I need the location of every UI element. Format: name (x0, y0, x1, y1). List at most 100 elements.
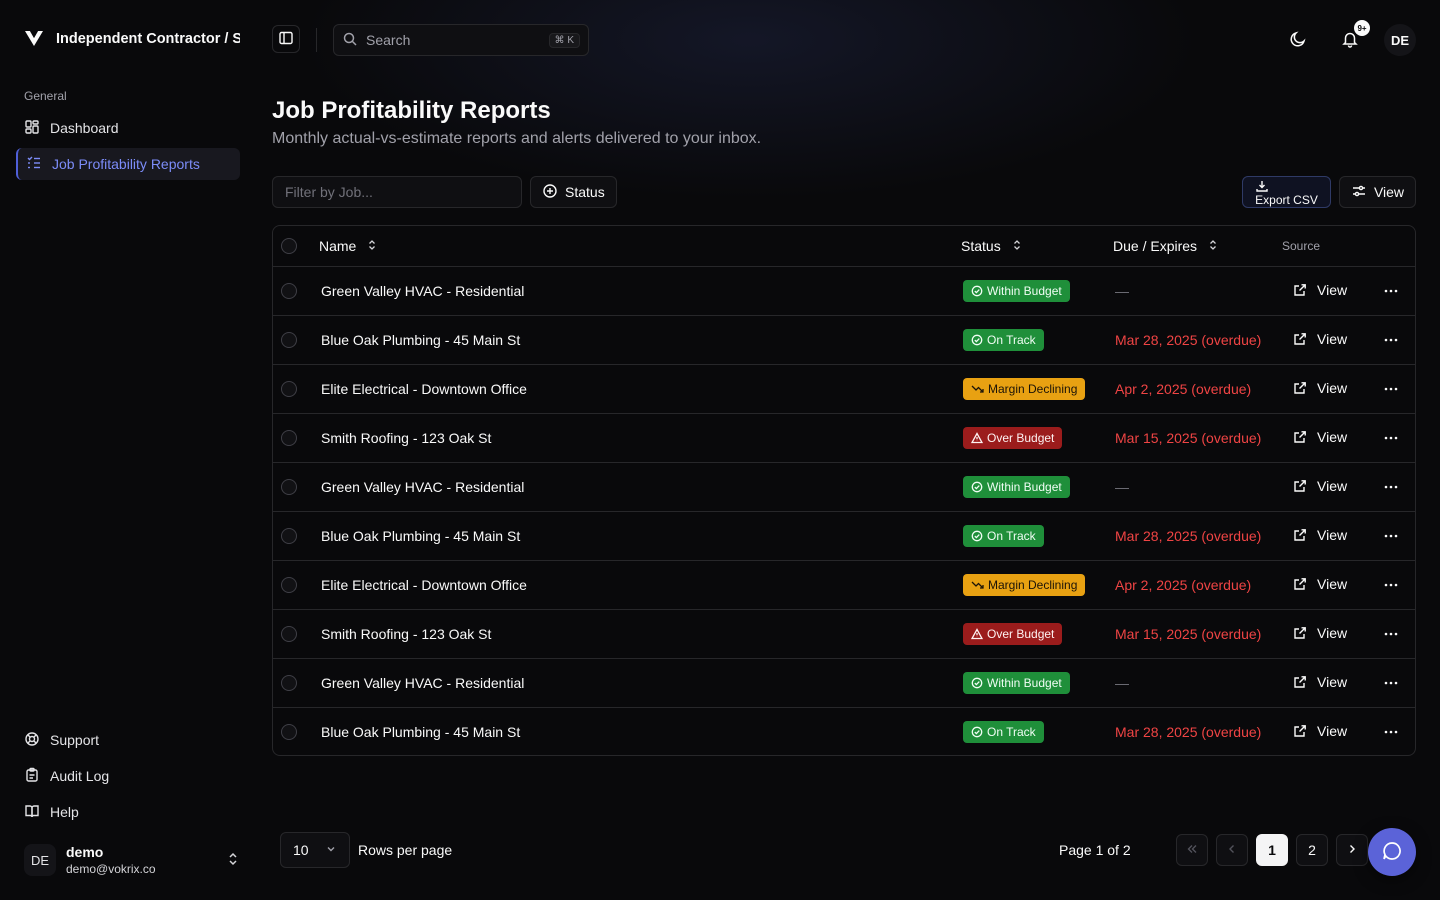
view-options-label: View (1373, 184, 1405, 200)
column-header-status[interactable]: Status (961, 226, 1023, 266)
table-row[interactable]: Green Valley HVAC - Residential Within Bu… (273, 463, 1415, 512)
previous-page-button[interactable] (1216, 834, 1248, 866)
row-select-checkbox[interactable] (281, 626, 297, 642)
row-actions-button[interactable] (1379, 573, 1403, 597)
sliders-icon (1351, 183, 1367, 202)
row-select-checkbox[interactable] (281, 675, 297, 691)
chat-support-button[interactable] (1368, 828, 1416, 876)
filter-job-input[interactable] (272, 176, 522, 208)
column-header-name[interactable]: Name (319, 226, 378, 266)
logo-icon (24, 29, 44, 50)
view-report-link[interactable]: View (1293, 478, 1347, 494)
external-link-icon (1293, 724, 1307, 738)
view-options-button[interactable]: View (1339, 176, 1416, 208)
clipboard-icon (24, 767, 40, 786)
sidebar-item-audit-log[interactable]: Audit Log (16, 760, 240, 792)
first-page-button[interactable] (1176, 834, 1208, 866)
column-header-source: Source (1282, 239, 1321, 253)
page-button-1[interactable]: 1 (1256, 834, 1288, 866)
table-row[interactable]: Blue Oak Plumbing - 45 Main St On Track Ma… (273, 316, 1415, 365)
theme-toggle-button[interactable] (1282, 24, 1314, 56)
view-report-link[interactable]: View (1293, 576, 1347, 592)
sort-icon (1011, 238, 1023, 254)
view-report-link[interactable]: View (1293, 429, 1347, 445)
view-report-link[interactable]: View (1293, 527, 1347, 543)
table-header: Name Status Due / Expires Source (273, 226, 1415, 267)
chevron-right-icon (1345, 842, 1359, 859)
row-actions-button[interactable] (1379, 720, 1403, 744)
external-link-icon (1293, 675, 1307, 689)
table-row[interactable]: Smith Roofing - 123 Oak St Over Budget Mar… (273, 610, 1415, 659)
table-row[interactable]: Green Valley HVAC - Residential Within Bu… (273, 659, 1415, 708)
nav-group-label: General (24, 89, 67, 103)
status-badge-label: On Track (987, 529, 1036, 543)
view-report-link[interactable]: View (1293, 723, 1347, 739)
page-button-2[interactable]: 2 (1296, 834, 1328, 866)
sidebar-item-label: Help (50, 804, 79, 820)
row-select-checkbox[interactable] (281, 283, 297, 299)
view-report-label: View (1317, 331, 1348, 347)
sidebar-item-job-profitability-reports[interactable]: Job Profitability Reports (16, 148, 240, 180)
row-actions-button[interactable] (1379, 328, 1403, 352)
row-actions-button[interactable] (1379, 475, 1403, 499)
table-row[interactable]: Elite Electrical - Downtown Office Margin… (273, 365, 1415, 414)
export-csv-button[interactable]: Export CSV (1242, 176, 1331, 208)
row-select-checkbox[interactable] (281, 479, 297, 495)
table-row[interactable]: Blue Oak Plumbing - 45 Main St On Track Ma… (273, 708, 1415, 755)
search-shortcut: ⌘ K (548, 32, 580, 48)
table-row[interactable]: Elite Electrical - Downtown Office Margin… (273, 561, 1415, 610)
page-info: Page 1 of 2 (1059, 842, 1131, 858)
status-badge: On Track (963, 721, 1044, 743)
row-select-checkbox[interactable] (281, 724, 297, 740)
check-circle-icon (971, 530, 983, 542)
sidebar-item-dashboard[interactable]: Dashboard (16, 112, 240, 144)
row-select-checkbox[interactable] (281, 381, 297, 397)
job-name: Elite Electrical - Downtown Office (321, 577, 527, 593)
external-link-icon (1293, 626, 1307, 640)
external-link-icon (1293, 332, 1307, 346)
user-menu[interactable]: DE demo demo@vokrix.co (24, 838, 240, 882)
status-badge: Over Budget (963, 623, 1063, 645)
table-row[interactable]: Smith Roofing - 123 Oak St Over Budget Mar… (273, 414, 1415, 463)
table-row[interactable]: Green Valley HVAC - Residential Within Bu… (273, 267, 1415, 316)
status-filter-button[interactable]: Status (530, 176, 617, 208)
row-select-checkbox[interactable] (281, 430, 297, 446)
row-actions-button[interactable] (1379, 377, 1403, 401)
column-header-label: Name (319, 238, 357, 254)
rows-per-page-label: Rows per page (358, 842, 453, 858)
sidebar-item-support[interactable]: Support (16, 724, 240, 756)
view-report-label: View (1317, 380, 1348, 396)
brand[interactable]: Independent Contractor / S (24, 26, 240, 52)
view-report-link[interactable]: View (1293, 282, 1347, 298)
view-report-link[interactable]: View (1293, 380, 1347, 396)
status-badge-label: On Track (987, 333, 1036, 347)
row-actions-button[interactable] (1379, 279, 1403, 303)
check-circle-icon (971, 726, 983, 738)
rows-per-page-select[interactable]: 10 (280, 832, 350, 868)
sidebar-toggle-button[interactable] (272, 25, 300, 53)
due-date: — (1115, 675, 1129, 691)
view-report-link[interactable]: View (1293, 331, 1347, 347)
sidebar-item-help[interactable]: Help (16, 796, 240, 828)
view-report-link[interactable]: View (1293, 674, 1347, 690)
table-row[interactable]: Blue Oak Plumbing - 45 Main St On Track Ma… (273, 512, 1415, 561)
select-all-checkbox[interactable] (281, 238, 297, 254)
row-actions-button[interactable] (1379, 622, 1403, 646)
row-select-checkbox[interactable] (281, 332, 297, 348)
search-input[interactable]: Search ⌘ K (333, 24, 589, 56)
row-actions-button[interactable] (1379, 426, 1403, 450)
external-link-icon (1293, 283, 1307, 297)
page-title: Job Profitability Reports (272, 97, 551, 124)
row-select-checkbox[interactable] (281, 577, 297, 593)
avatar[interactable]: DE (1384, 24, 1416, 56)
row-actions-button[interactable] (1379, 524, 1403, 548)
row-actions-button[interactable] (1379, 671, 1403, 695)
view-report-link[interactable]: View (1293, 625, 1347, 641)
column-header-due[interactable]: Due / Expires (1113, 226, 1219, 266)
book-icon (24, 803, 40, 822)
row-select-checkbox[interactable] (281, 528, 297, 544)
next-page-button[interactable] (1336, 834, 1368, 866)
user-name: demo (66, 844, 104, 860)
status-badge: On Track (963, 329, 1044, 351)
external-link-icon (1293, 479, 1307, 493)
